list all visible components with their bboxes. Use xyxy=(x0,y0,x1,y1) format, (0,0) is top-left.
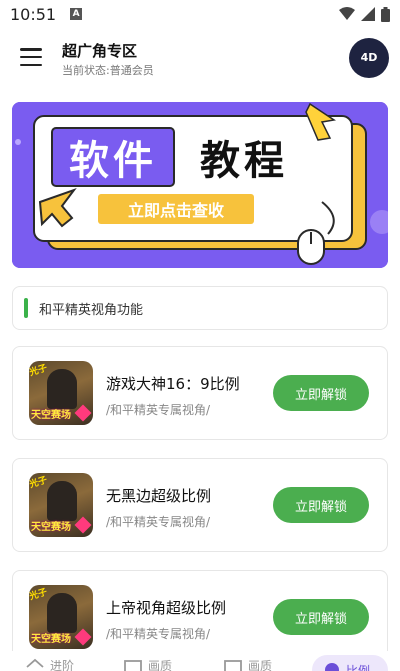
item-subtitle: /和平精英专属视角/ xyxy=(106,515,211,529)
nav-label: 比例 xyxy=(346,664,371,671)
banner-cta: 立即点击查收 xyxy=(127,201,224,220)
tutorial-banner[interactable]: 软件 教程 立即点击查收 xyxy=(12,102,388,268)
thumbnail-tag: 光子 xyxy=(29,363,49,379)
list-item: 光子 天空赛场 游戏大神16：9比例 /和平精英专属视角/ 立即解锁 xyxy=(12,346,388,440)
status-icons xyxy=(339,6,390,22)
banner-word-tutorial: 教程 xyxy=(200,138,288,184)
wifi-icon xyxy=(339,7,355,20)
ratio-icon xyxy=(325,663,339,671)
unlock-button[interactable]: 立即解锁 xyxy=(273,487,369,523)
nav-item-quality-2[interactable]: 画质 xyxy=(224,657,272,671)
game-thumbnail: 光子 天空赛场 xyxy=(29,361,93,425)
game-thumbnail: 光子 天空赛场 xyxy=(29,473,93,537)
thumbnail-tag: 光子 xyxy=(29,475,49,491)
section-title: 和平精英视角功能 xyxy=(39,303,144,318)
item-name: 上帝视角超级比例 xyxy=(106,599,227,617)
menu-icon[interactable] xyxy=(20,48,42,66)
nav-item-advanced[interactable]: 进阶 xyxy=(26,657,74,671)
game-thumbnail: 光子 天空赛场 xyxy=(29,585,93,649)
status-bar: 10:51 A xyxy=(0,0,400,28)
page-title: 超广角专区 xyxy=(62,42,138,60)
frame-icon xyxy=(224,659,242,671)
nav-label: 画质 xyxy=(148,659,173,671)
battery-icon xyxy=(381,6,390,22)
unlock-button[interactable]: 立即解锁 xyxy=(273,599,369,635)
avatar-logo: 4D xyxy=(360,51,378,64)
thumbnail-label: 天空赛场 xyxy=(31,410,71,421)
section-header: 和平精英视角功能 xyxy=(12,286,388,330)
item-subtitle: /和平精英专属视角/ xyxy=(106,403,211,417)
list-item: 光子 天空赛场 无黑边超级比例 /和平精英专属视角/ 立即解锁 xyxy=(12,458,388,552)
item-name: 游戏大神16：9比例 xyxy=(106,375,240,393)
list-item: 光子 天空赛场 上帝视角超级比例 /和平精英专属视角/ 立即解锁 xyxy=(12,570,388,651)
avatar[interactable]: 4D xyxy=(349,38,389,78)
app-header: 超广角专区 当前状态:普通会员 4D xyxy=(0,28,400,88)
nav-label: 进阶 xyxy=(50,659,75,671)
section-accent-bar xyxy=(24,298,28,318)
home-icon xyxy=(26,658,44,668)
status-time: 10:51 xyxy=(10,4,57,24)
item-name: 无黑边超级比例 xyxy=(106,487,212,505)
nav-item-quality[interactable]: 画质 xyxy=(124,657,172,671)
membership-status: 当前状态:普通会员 xyxy=(62,64,154,77)
signal-icon xyxy=(361,7,375,21)
unlock-button[interactable]: 立即解锁 xyxy=(273,375,369,411)
nav-label: 画质 xyxy=(248,659,273,671)
frame-icon xyxy=(124,659,142,671)
status-notification-icon: A xyxy=(70,8,83,20)
bottom-nav: 进阶 画质 画质 比例 xyxy=(0,651,400,671)
item-subtitle: /和平精英专属视角/ xyxy=(106,627,211,641)
thumbnail-label: 天空赛场 xyxy=(31,634,71,645)
thumbnail-tag: 光子 xyxy=(29,587,49,603)
nav-item-ratio[interactable]: 比例 xyxy=(312,655,388,671)
thumbnail-label: 天空赛场 xyxy=(31,522,71,533)
banner-word-software: 软件 xyxy=(69,138,157,184)
